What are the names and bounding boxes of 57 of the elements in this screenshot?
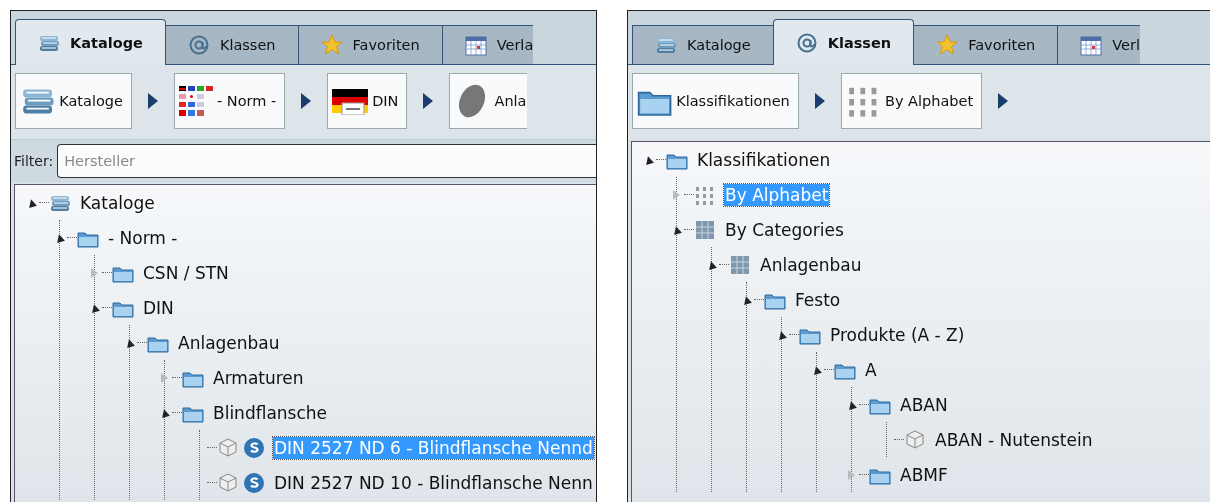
arrow-icon	[998, 93, 1009, 109]
tree-item[interactable]: Produkte (A - Z)	[829, 323, 966, 346]
flags-icon	[178, 86, 213, 116]
tab[interactable]: Klassen	[164, 25, 299, 64]
tree-item[interactable]: Armaturen	[212, 366, 305, 389]
arrow-icon	[147, 93, 158, 109]
filter-label: Filter:	[14, 153, 54, 169]
tree-item[interactable]: Festo	[794, 288, 842, 311]
tab[interactable]: Klassen	[772, 19, 915, 65]
tab[interactable]: Verl	[1057, 25, 1141, 64]
star-icon	[320, 34, 343, 56]
tree-item[interactable]: Anlagenbau	[759, 253, 863, 276]
cube-icon	[217, 436, 239, 459]
tree-item[interactable]: ABMF	[899, 463, 949, 486]
expand-arrow-icon[interactable]	[91, 267, 98, 278]
arrow-icon	[814, 93, 825, 109]
at-sign-icon	[795, 31, 818, 54]
tree-item[interactable]: By Categories	[724, 218, 845, 241]
tab[interactable]: Favoriten	[297, 25, 443, 64]
tree-item[interactable]: DIN 2527 ND 10 - Blindflansche Nenn	[273, 471, 594, 494]
arrow-icon	[423, 93, 434, 109]
at-sign-icon	[187, 34, 210, 56]
breadcrumb-button[interactable]: DIN	[327, 73, 408, 129]
category-grid-icon	[694, 218, 716, 241]
tree-item[interactable]: A	[864, 358, 878, 381]
tree-item[interactable]: Anlagenbau	[177, 331, 281, 354]
tab[interactable]: Verla	[441, 25, 534, 64]
breadcrumb-button[interactable]: Klassifikationen	[632, 73, 799, 129]
tree-item[interactable]: - Norm -	[107, 226, 179, 249]
cube-icon	[217, 471, 239, 494]
tree-item[interactable]: Klassifikationen	[696, 148, 832, 171]
tree-item[interactable]: CSN / STN	[142, 261, 230, 284]
expand-arrow-icon[interactable]	[161, 372, 168, 383]
filter-field[interactable]: Hersteller	[57, 144, 596, 178]
expand-arrow-icon[interactable]	[673, 189, 680, 200]
badge-icon	[243, 471, 265, 494]
calendar-icon	[464, 34, 487, 56]
expand-arrow-icon[interactable]	[848, 469, 855, 480]
tree-item[interactable]: Kataloge	[79, 191, 156, 214]
tab[interactable]: Favoriten	[913, 25, 1059, 64]
cube-icon	[904, 428, 926, 451]
tree-item[interactable]: DIN	[142, 296, 175, 319]
arrow-icon	[301, 93, 312, 109]
breadcrumb-button[interactable]: - Norm -	[173, 73, 286, 129]
tab[interactable]: Kataloge	[15, 19, 166, 65]
tab[interactable]: Kataloge	[632, 25, 774, 64]
tree-item[interactable]: ABAN	[899, 393, 949, 416]
star-icon	[936, 34, 959, 56]
category-grid-icon	[729, 253, 751, 276]
breadcrumb-button[interactable]: By Alphabet	[840, 73, 983, 129]
breadcrumb-button[interactable]: Anla	[449, 73, 527, 129]
tree-item[interactable]: Blindflansche	[212, 401, 328, 424]
badge-icon	[243, 436, 265, 459]
breadcrumb-button[interactable]: Kataloge	[15, 73, 132, 129]
tree-item[interactable]: ABAN - Nutenstein	[934, 428, 1094, 451]
calendar-icon	[1080, 34, 1103, 56]
german-flag-icon	[332, 87, 369, 115]
